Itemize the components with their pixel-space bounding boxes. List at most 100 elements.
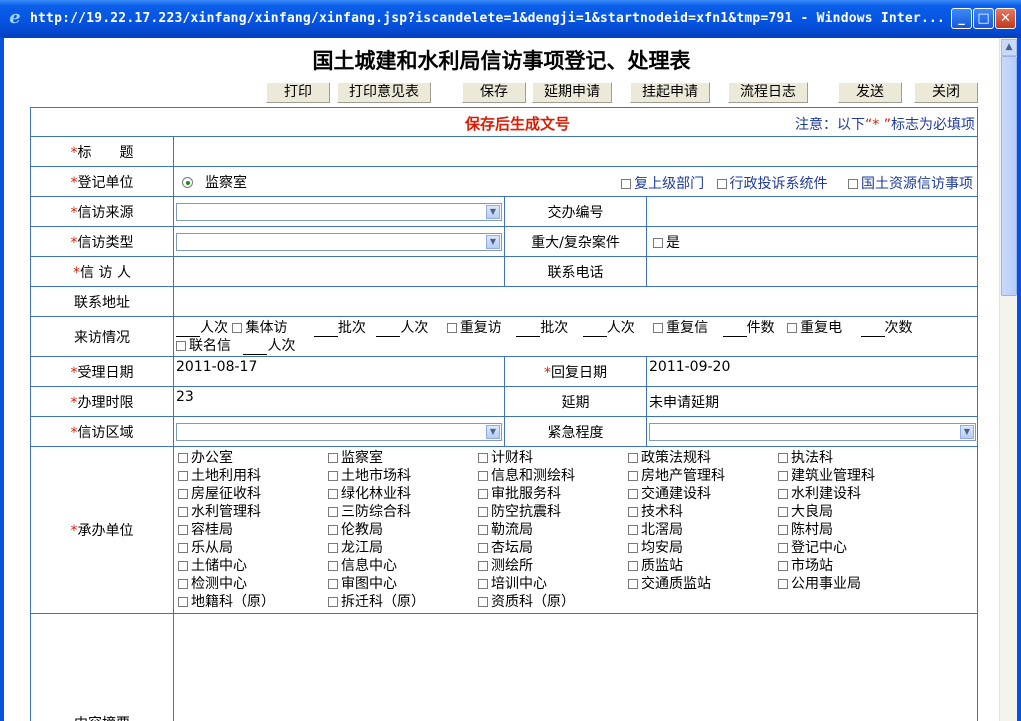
unit-checkbox[interactable]: [628, 489, 638, 499]
unit-checkbox[interactable]: [478, 597, 488, 607]
admin-complaint-checkbox[interactable]: [716, 179, 727, 189]
unit-option[interactable]: 资质科（原）: [478, 593, 628, 611]
unit-option[interactable]: 交通质监站: [628, 575, 778, 593]
unit-option[interactable]: 交通建设科: [628, 485, 778, 503]
unit-checkbox[interactable]: [778, 453, 788, 463]
repeat-letter-checkbox[interactable]: [653, 322, 664, 333]
print-opinion-button[interactable]: 打印意见表: [337, 82, 431, 103]
repeat-batch-input[interactable]: [516, 323, 541, 337]
type-select[interactable]: ▼: [176, 232, 502, 251]
unit-checkbox[interactable]: [628, 579, 638, 589]
unit-checkbox[interactable]: [478, 543, 488, 553]
unit-option[interactable]: 地籍科（原）: [178, 593, 328, 611]
save-button[interactable]: 保存: [462, 82, 526, 103]
unit-option[interactable]: 杏坛局: [478, 539, 628, 557]
unit-option[interactable]: 技术科: [628, 503, 778, 521]
unit-option[interactable]: 乐从局: [178, 539, 328, 557]
repeat-visit-checkbox[interactable]: [446, 322, 457, 333]
unit-checkbox[interactable]: [178, 507, 188, 517]
unit-option[interactable]: 勒流局: [478, 521, 628, 539]
unit-option[interactable]: 监察室: [328, 449, 478, 467]
scroll-up-icon[interactable]: ▲: [1001, 39, 1017, 56]
unit-checkbox[interactable]: [778, 471, 788, 481]
joint-count-input[interactable]: [243, 341, 268, 355]
unit-option[interactable]: 登记中心: [778, 539, 928, 557]
suspend-request-button[interactable]: 挂起申请: [630, 82, 710, 103]
unit-checkbox[interactable]: [328, 525, 338, 535]
minimize-button[interactable]: _: [951, 8, 972, 29]
unit-option[interactable]: 容桂局: [178, 521, 328, 539]
unit-option[interactable]: 大良局: [778, 503, 928, 521]
accept-date-input[interactable]: 2011-08-17: [173, 356, 505, 387]
unit-checkbox[interactable]: [478, 507, 488, 517]
unit-option[interactable]: 防空抗震科: [478, 503, 628, 521]
limit-input[interactable]: 23: [173, 386, 505, 417]
unit-option[interactable]: 公用事业局: [778, 575, 928, 593]
unit-checkbox[interactable]: [478, 453, 488, 463]
close-button[interactable]: 关闭: [914, 82, 978, 103]
title-input[interactable]: [173, 136, 978, 167]
unit-checkbox[interactable]: [628, 507, 638, 517]
unit-checkbox[interactable]: [178, 543, 188, 553]
unit-option[interactable]: 市场站: [778, 557, 928, 575]
unit-option[interactable]: 伦教局: [328, 521, 478, 539]
unit-option[interactable]: 北滘局: [628, 521, 778, 539]
unit-checkbox[interactable]: [328, 543, 338, 553]
source-select[interactable]: ▼: [176, 202, 502, 221]
unit-option[interactable]: 陈村局: [778, 521, 928, 539]
unit-checkbox[interactable]: [328, 453, 338, 463]
unit-option[interactable]: 水利管理科: [178, 503, 328, 521]
unit-checkbox[interactable]: [478, 489, 488, 499]
petitioner-input[interactable]: [173, 256, 505, 287]
unit-checkbox[interactable]: [178, 525, 188, 535]
unit-checkbox[interactable]: [178, 489, 188, 499]
unit-checkbox[interactable]: [478, 471, 488, 481]
unit-checkbox[interactable]: [178, 597, 188, 607]
call-count-input[interactable]: [860, 323, 885, 337]
unit-option[interactable]: 三防综合科: [328, 503, 478, 521]
unit-option[interactable]: 审图中心: [328, 575, 478, 593]
unit-option[interactable]: 拆迁科（原）: [328, 593, 478, 611]
person-count-input[interactable]: [376, 323, 401, 337]
unit-checkbox[interactable]: [778, 579, 788, 589]
unit-option[interactable]: 土储中心: [178, 557, 328, 575]
unit-option[interactable]: 执法科: [778, 449, 928, 467]
unit-checkbox[interactable]: [328, 489, 338, 499]
reply-date-input[interactable]: 2011-09-20: [646, 356, 978, 387]
unit-option[interactable]: 培训中心: [478, 575, 628, 593]
repeat-call-checkbox[interactable]: [787, 322, 798, 333]
unit-option[interactable]: 质监站: [628, 557, 778, 575]
unit-checkbox[interactable]: [178, 453, 188, 463]
unit-checkbox[interactable]: [628, 525, 638, 535]
unit-option[interactable]: 审批服务科: [478, 485, 628, 503]
unit-checkbox[interactable]: [778, 507, 788, 517]
unit-checkbox[interactable]: [328, 597, 338, 607]
region-select[interactable]: ▼: [176, 422, 502, 441]
assign-no-input[interactable]: [646, 196, 978, 227]
print-button[interactable]: 打印: [266, 82, 330, 103]
letter-count-input[interactable]: [722, 323, 747, 337]
vertical-scrollbar[interactable]: ▲: [999, 38, 1017, 721]
unit-option[interactable]: 土地市场科: [328, 467, 478, 485]
unit-checkbox[interactable]: [178, 561, 188, 571]
group-visit-checkbox[interactable]: [232, 322, 243, 333]
unit-option[interactable]: 房屋征收科: [178, 485, 328, 503]
unit-checkbox[interactable]: [778, 489, 788, 499]
unit-checkbox[interactable]: [628, 543, 638, 553]
unit-checkbox[interactable]: [328, 561, 338, 571]
unit-checkbox[interactable]: [178, 471, 188, 481]
unit-checkbox[interactable]: [328, 507, 338, 517]
maximize-button[interactable]: □: [973, 8, 994, 29]
unit-option[interactable]: 检测中心: [178, 575, 328, 593]
unit-option[interactable]: 测绘所: [478, 557, 628, 575]
unit-checkbox[interactable]: [628, 471, 638, 481]
urgency-select[interactable]: ▼: [649, 422, 976, 441]
unit-checkbox[interactable]: [628, 453, 638, 463]
repeat-person-input[interactable]: [582, 323, 607, 337]
unit-option[interactable]: 信息中心: [328, 557, 478, 575]
unit-option[interactable]: 计财科: [478, 449, 628, 467]
unit-checkbox[interactable]: [478, 525, 488, 535]
window-titlebar[interactable]: e http://19.22.17.223/xinfang/xinfang/xi…: [0, 0, 1021, 38]
close-window-button[interactable]: ✕: [995, 8, 1016, 29]
unit-option[interactable]: 绿化林业科: [328, 485, 478, 503]
